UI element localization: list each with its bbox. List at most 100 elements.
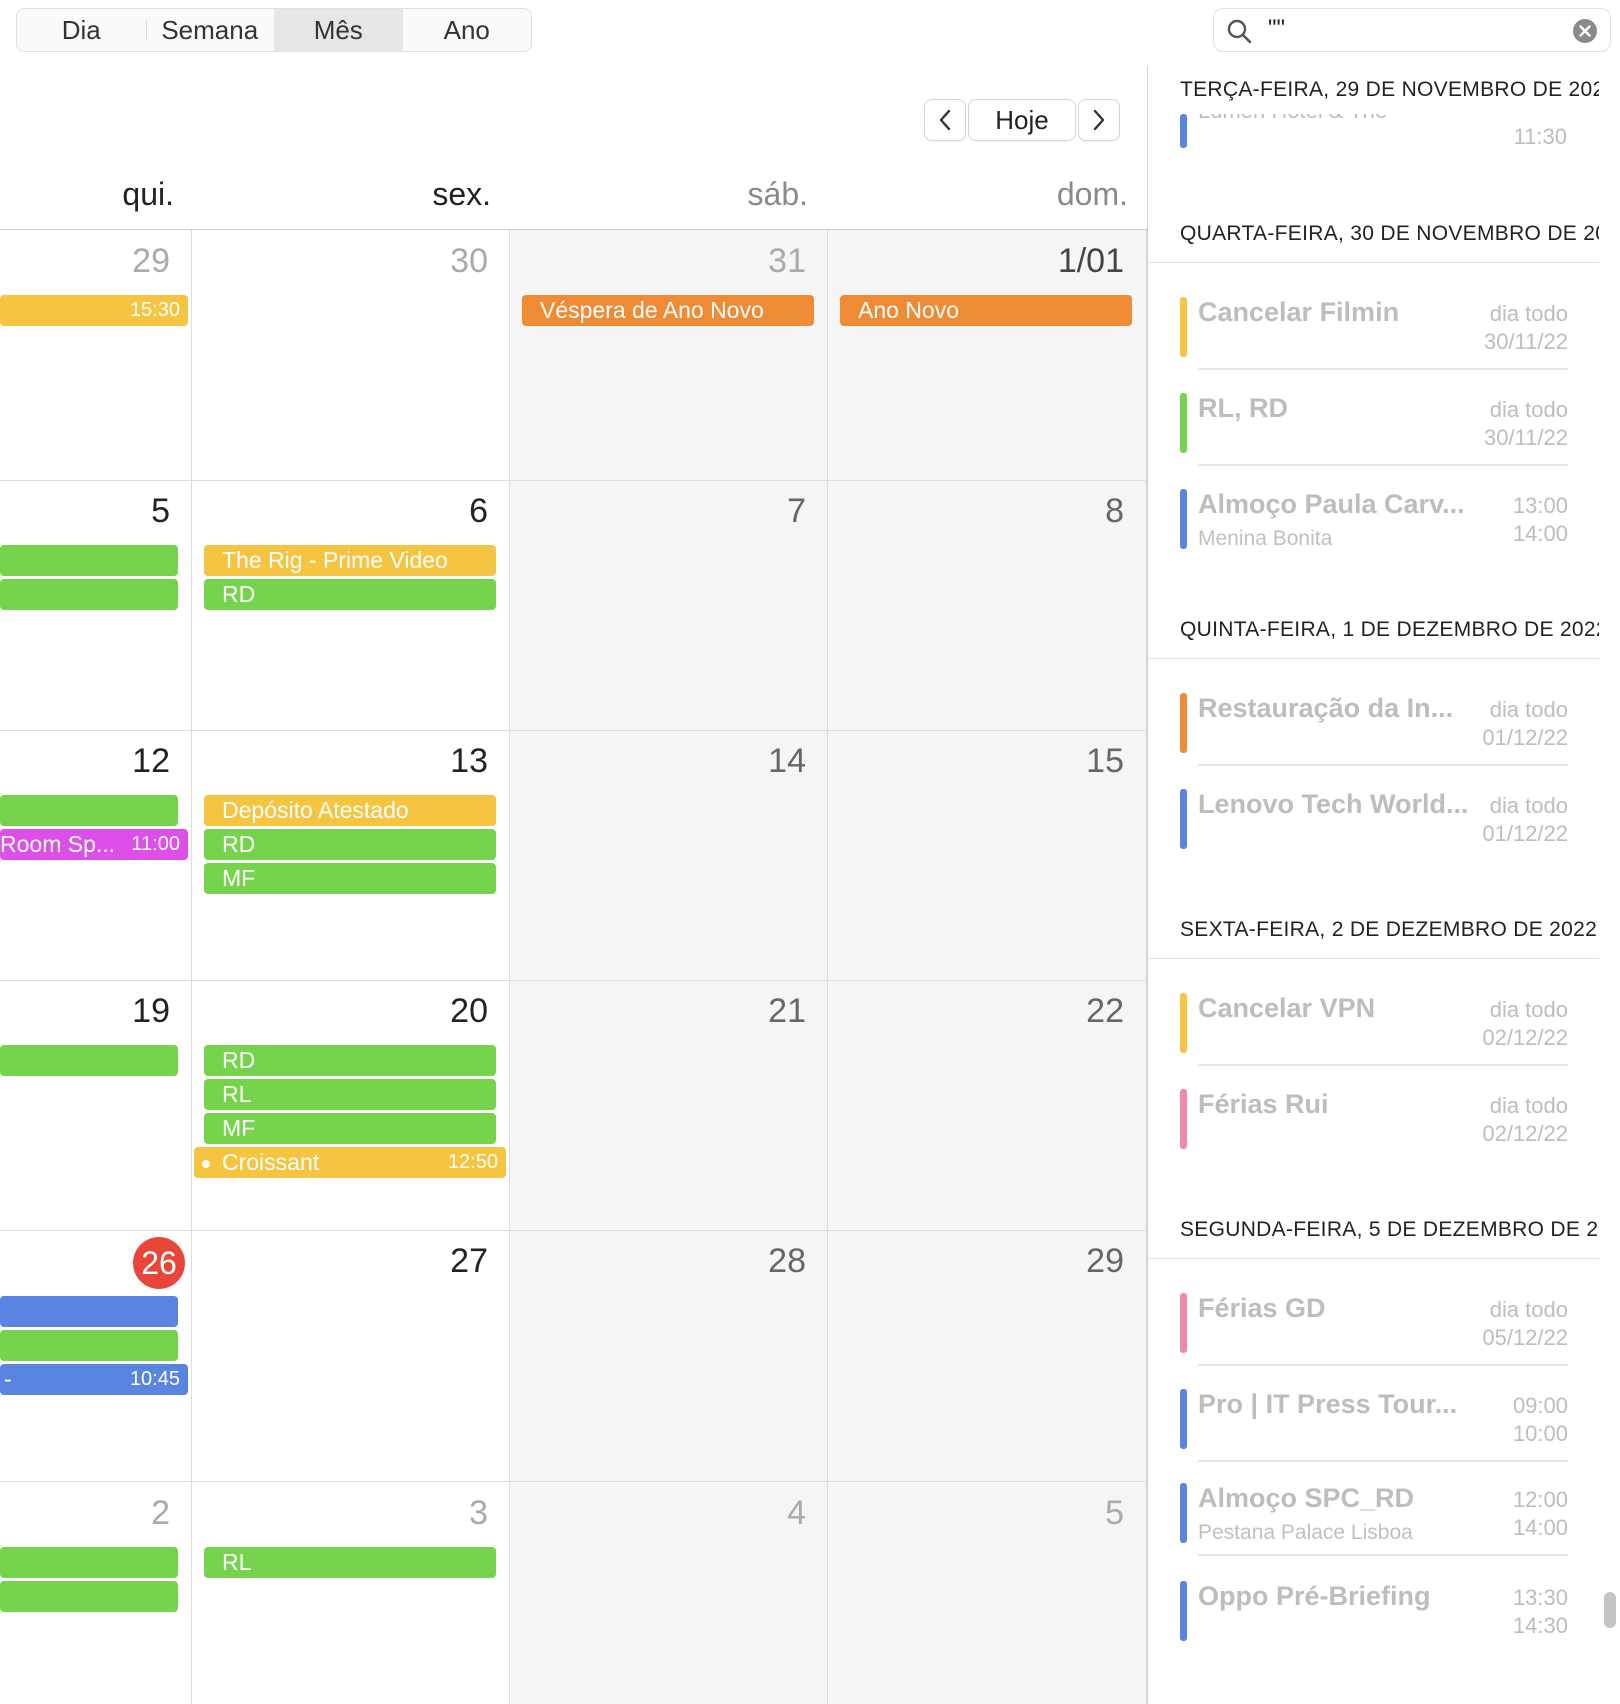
day-number[interactable]: 6 xyxy=(368,492,488,531)
day-number[interactable]: 19 xyxy=(50,992,170,1031)
result-time-start: dia todo xyxy=(1489,697,1568,722)
result-item[interactable]: Almoço Paula Carv... Menina Bonita 13:00… xyxy=(1180,489,1568,550)
search-input[interactable]: "" xyxy=(1268,15,1285,43)
result-item[interactable]: Lenovo Tech World... dia todo 01/12/22 xyxy=(1180,789,1568,849)
day-number[interactable]: 29 xyxy=(1004,1242,1124,1281)
event-block[interactable] xyxy=(0,1547,178,1578)
result-item[interactable]: Restauração da In... dia todo 01/12/22 xyxy=(1180,693,1568,753)
result-item[interactable]: Almoço SPC_RD Pestana Palace Lisboa 12:0… xyxy=(1180,1483,1568,1544)
day-number[interactable]: 8 xyxy=(1004,492,1124,531)
calendar-color-bar xyxy=(1180,1389,1187,1449)
result-title: Lumen Hotel & The xyxy=(1198,114,1387,124)
day-number[interactable]: 30 xyxy=(368,242,488,281)
event-block[interactable]: RD xyxy=(204,579,496,610)
today-button[interactable]: Hoje xyxy=(968,99,1076,141)
result-time-start: dia todo xyxy=(1489,997,1568,1022)
row-divider xyxy=(0,1481,1147,1482)
calendar-color-bar xyxy=(1180,1293,1187,1353)
day-number[interactable]: 2 xyxy=(50,1494,170,1533)
column-divider xyxy=(827,230,828,1704)
day-number[interactable]: 3 xyxy=(368,1494,488,1533)
view-month-button[interactable]: Mês xyxy=(274,9,403,51)
today-badge[interactable]: 26 xyxy=(133,1237,185,1289)
day-number[interactable]: 7 xyxy=(686,492,806,531)
day-number[interactable]: 28 xyxy=(686,1242,806,1281)
day-number[interactable]: 29 xyxy=(50,242,170,281)
result-item[interactable]: RL, RD dia todo 30/11/22 xyxy=(1180,393,1568,453)
event-block[interactable] xyxy=(0,795,178,826)
day-number[interactable]: 1/01 xyxy=(1004,242,1124,281)
weekday-sat: sáb. xyxy=(747,176,808,212)
result-time-start: dia todo xyxy=(1489,793,1568,818)
event-block[interactable]: Croissant 12:50 xyxy=(194,1147,506,1178)
previous-month-button[interactable] xyxy=(924,99,966,141)
result-title: Almoço SPC_RD xyxy=(1198,1483,1415,1513)
event-block[interactable]: Ano Novo xyxy=(840,295,1132,326)
day-number[interactable]: 5 xyxy=(50,492,170,531)
event-block[interactable]: RD xyxy=(204,829,496,860)
day-number[interactable]: 27 xyxy=(368,1242,488,1281)
clear-search-icon[interactable] xyxy=(1572,18,1598,44)
event-block[interactable]: Depósito Atestado xyxy=(204,795,496,826)
event-block[interactable] xyxy=(0,1581,178,1612)
result-item[interactable]: Férias Rui dia todo 02/12/22 xyxy=(1180,1089,1568,1149)
day-number[interactable]: 15 xyxy=(1004,742,1124,781)
result-title: Lenovo Tech World... xyxy=(1198,789,1469,819)
header-divider xyxy=(1148,1258,1599,1259)
next-month-button[interactable] xyxy=(1078,99,1120,141)
view-switcher: Dia Semana Mês Ano xyxy=(16,8,532,52)
result-time-end: 02/12/22 xyxy=(1482,1025,1568,1050)
sidebar-scrollbar[interactable] xyxy=(1604,1592,1616,1628)
day-number[interactable]: 12 xyxy=(50,742,170,781)
result-time-start: dia todo xyxy=(1489,1093,1568,1118)
result-location: Menina Bonita xyxy=(1198,527,1333,550)
result-item[interactable]: Pro | IT Press Tour... 09:00 10:00 xyxy=(1180,1389,1568,1449)
event-block[interactable]: MF xyxy=(204,863,496,894)
column-divider xyxy=(191,230,192,1704)
results-day-header: SEXTA-FEIRA, 2 DE DEZEMBRO DE 2022 xyxy=(1180,918,1598,941)
event-block[interactable]: RL xyxy=(204,1079,496,1110)
result-item[interactable]: Férias GD dia todo 05/12/22 xyxy=(1180,1293,1568,1353)
day-number[interactable]: 31 xyxy=(686,242,806,281)
result-item[interactable]: Cancelar VPN dia todo 02/12/22 xyxy=(1180,993,1568,1053)
day-number[interactable]: 21 xyxy=(686,992,806,1031)
view-day-button[interactable]: Dia xyxy=(17,9,146,51)
results-day-header: QUARTA-FEIRA, 30 DE NOVEMBRO DE 2022 xyxy=(1180,222,1599,245)
day-number[interactable]: 22 xyxy=(1004,992,1124,1031)
event-block[interactable]: The Rig - Prime Video xyxy=(204,545,496,576)
result-divider xyxy=(1198,368,1568,370)
event-block[interactable] xyxy=(0,579,178,610)
event-block[interactable] xyxy=(0,545,178,576)
event-block[interactable]: Véspera de Ano Novo xyxy=(522,295,814,326)
row-divider xyxy=(0,480,1147,481)
event-block[interactable] xyxy=(0,1296,178,1327)
day-number[interactable]: 5 xyxy=(1004,1494,1124,1533)
result-item[interactable]: Oppo Pré-Briefing 13:30 14:30 xyxy=(1180,1581,1568,1641)
day-number[interactable]: 20 xyxy=(368,992,488,1031)
view-year-button[interactable]: Ano xyxy=(403,9,532,51)
day-number[interactable]: 14 xyxy=(686,742,806,781)
result-item[interactable]: Lumen Hotel & The xyxy=(1180,114,1568,148)
calendar-color-bar xyxy=(1180,393,1187,453)
results-day-header: TERÇA-FEIRA, 29 DE NOVEMBRO DE 2022 xyxy=(1180,78,1599,101)
event-block[interactable]: 15:30 xyxy=(0,295,188,326)
result-time-start: 13:00 xyxy=(1512,493,1568,518)
result-title: Oppo Pré-Briefing xyxy=(1198,1581,1431,1611)
event-block[interactable] xyxy=(0,1330,178,1361)
result-divider xyxy=(1198,1460,1568,1462)
event-block[interactable] xyxy=(0,1045,178,1076)
event-block[interactable]: MF xyxy=(204,1113,496,1144)
view-week-button[interactable]: Semana xyxy=(145,9,275,51)
day-number[interactable]: 4 xyxy=(686,1494,806,1533)
search-field[interactable]: "" xyxy=(1213,8,1611,52)
result-item[interactable]: Cancelar Filmin dia todo 30/11/22 xyxy=(1180,297,1568,357)
event-block[interactable]: Room Sp... 11:00 xyxy=(0,829,188,860)
result-time-end: 14:00 xyxy=(1512,1515,1568,1540)
event-block[interactable]: RD xyxy=(204,1045,496,1076)
calendar-color-bar xyxy=(1180,789,1187,849)
weekend-background xyxy=(510,230,1147,1704)
event-block[interactable]: -10:45 xyxy=(0,1364,188,1395)
result-divider xyxy=(1198,1364,1568,1366)
day-number[interactable]: 13 xyxy=(368,742,488,781)
event-block[interactable]: RL xyxy=(204,1547,496,1578)
